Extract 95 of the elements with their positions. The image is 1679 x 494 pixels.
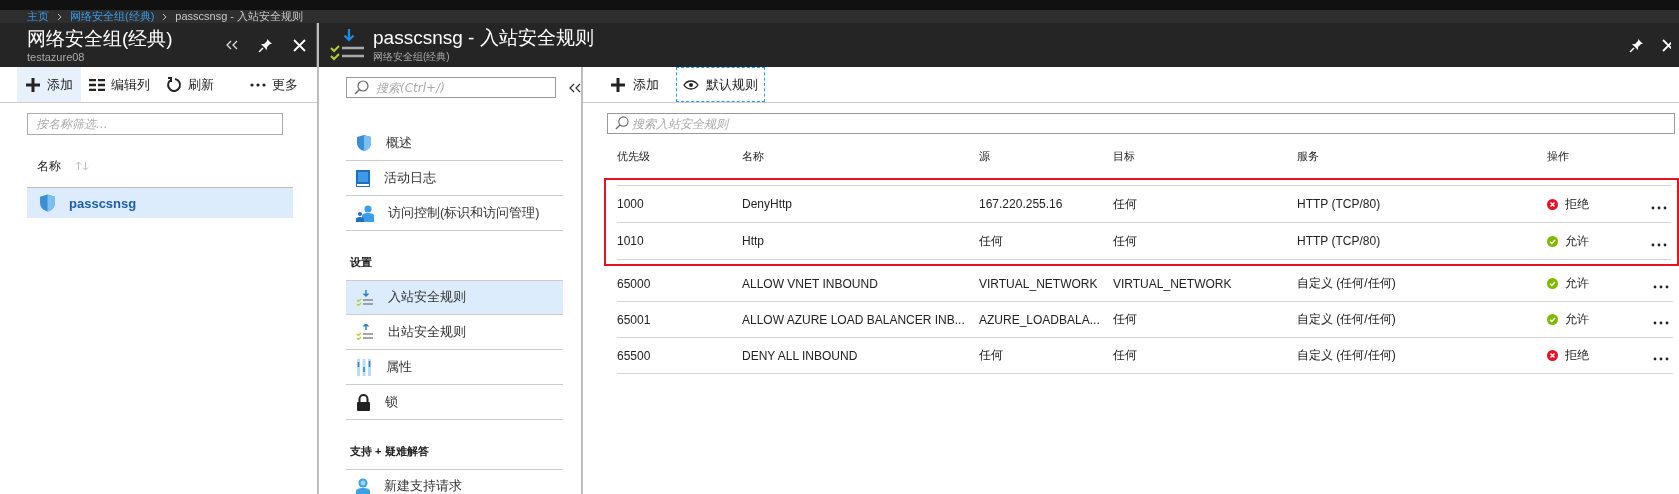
- filter-field[interactable]: 按名称筛选...: [27, 113, 283, 135]
- pin-icon[interactable]: [258, 37, 273, 53]
- blade-title: passcsnsg - 入站安全规则: [373, 26, 594, 50]
- menu-item[interactable]: 入站安全规则: [346, 280, 563, 315]
- table-cell: 允许: [1565, 275, 1589, 292]
- table-cell: 拒绝: [1565, 347, 1589, 364]
- toolbar-button[interactable]: 更多: [242, 67, 306, 102]
- column-header: 服务: [1297, 148, 1320, 164]
- table-cell-text: ALLOW VNET INBOUND: [742, 276, 879, 291]
- toolbar-button[interactable]: 刷新: [158, 67, 222, 102]
- menu-item[interactable]: 出站安全规则: [346, 315, 563, 350]
- table-cell: 拒绝: [1565, 195, 1589, 213]
- table-cell-text: 任何: [1113, 232, 1138, 250]
- column-header: 源: [979, 148, 991, 164]
- search-field[interactable]: 搜索(Ctrl+/): [346, 77, 556, 98]
- table-cell-text: HTTP (TCP/80): [1297, 197, 1382, 211]
- table-cell-text: 任何: [1113, 347, 1138, 364]
- support-person-icon: [356, 477, 370, 494]
- table-cell-text: 167.220.255.16: [979, 197, 1064, 211]
- table-cell-text: 65000: [617, 276, 652, 291]
- toolbar-button[interactable]: 默认规则: [676, 67, 765, 102]
- table-cell-text: 65500: [617, 348, 652, 363]
- search-icon: [354, 80, 369, 95]
- menu-item[interactable]: 锁: [346, 385, 563, 420]
- table-cell-text: 任何: [979, 232, 1004, 250]
- resource-item[interactable]: passcsnsg: [27, 187, 293, 218]
- plus-icon: [610, 76, 626, 93]
- table-cell-text: 65001: [617, 312, 652, 327]
- refresh-icon: [166, 76, 182, 93]
- section-heading: 支持 + 疑难解答: [349, 444, 430, 459]
- download-list-icon: [329, 29, 365, 61]
- breadcrumb-text: passcsnsg - 入站安全规则: [175, 9, 304, 24]
- users-icon: [356, 204, 374, 222]
- breadcrumb-link[interactable]: 主页: [27, 9, 49, 24]
- pin-icon[interactable]: [1629, 37, 1644, 53]
- search-icon: [615, 116, 629, 130]
- table-cell-text: 1010: [617, 234, 645, 248]
- resource-name: passcsnsg: [69, 195, 137, 211]
- table-cell-text: 自定义 (任何/任何): [1297, 311, 1397, 328]
- shield-icon: [39, 193, 56, 213]
- close-icon[interactable]: [1662, 38, 1671, 52]
- table-cell-text: 1000: [617, 197, 645, 211]
- table-cell: 允许: [1565, 311, 1589, 328]
- menu-item[interactable]: 概述: [346, 126, 563, 161]
- sliders-icon: [356, 358, 372, 376]
- book-icon: [356, 169, 370, 187]
- toolbar-button[interactable]: 添加: [603, 67, 666, 102]
- section-heading: 设置: [349, 255, 373, 270]
- ellipsis-icon: [1653, 357, 1669, 361]
- blade-subtitle: testazure08: [27, 51, 86, 63]
- blade-subtitle: 网络安全组(经典): [373, 50, 451, 64]
- column-header: 操作: [1547, 148, 1570, 164]
- ellipsis-icon: [1651, 242, 1667, 247]
- blade-title: 网络安全组(经典): [27, 27, 174, 51]
- ellipsis-icon: [1653, 321, 1669, 325]
- table-cell-text: VIRTUAL_NETWORK: [979, 276, 1099, 291]
- plus-icon: [25, 76, 41, 93]
- table-cell-text: 任何: [979, 347, 1004, 364]
- ellipsis-icon: [1653, 285, 1669, 289]
- table-cell-text: 自定义 (任何/任何): [1297, 347, 1397, 364]
- menu-item[interactable]: 属性: [346, 350, 563, 385]
- menu-item[interactable]: 活动日志: [346, 161, 563, 196]
- table-cell-text: 任何: [1113, 195, 1138, 213]
- column-header: 优先级: [617, 148, 651, 164]
- columns-icon: [89, 78, 105, 91]
- upload-list-icon: [356, 324, 374, 340]
- eye-icon: [683, 79, 699, 90]
- table-cell-text: VIRTUAL_NETWORK: [1113, 276, 1233, 291]
- column-header: 名称: [742, 148, 765, 164]
- table-cell-text: HTTP (TCP/80): [1297, 234, 1382, 248]
- shield-icon: [356, 134, 372, 152]
- search-field[interactable]: 搜索入站安全规则: [607, 113, 1675, 134]
- chevron-icon: [162, 12, 168, 21]
- table-cell-text: ALLOW AZURE LOAD BALANCER INB...: [742, 312, 966, 327]
- column-header: 目标: [1113, 148, 1136, 164]
- collapse-icon[interactable]: [569, 82, 581, 93]
- column-header: 名称: [37, 157, 61, 175]
- close-icon[interactable]: [293, 38, 306, 52]
- toolbar-button[interactable]: 编辑列: [81, 67, 158, 102]
- ellipsis-icon: [250, 82, 266, 87]
- chevron-icon: [57, 12, 62, 21]
- menu-item[interactable]: 新建支持请求: [346, 469, 563, 494]
- ellipsis-icon: [1651, 205, 1667, 210]
- table-cell-text: DenyHttp: [742, 197, 794, 211]
- table-cell: 允许: [1565, 232, 1589, 250]
- table-cell-text: DENY ALL INBOUND: [742, 348, 859, 363]
- table-cell-text: AZURE_LOADBALA...: [979, 312, 1101, 327]
- menu-item[interactable]: 访问控制(标识和访问管理): [346, 196, 563, 231]
- table-cell-text: 自定义 (任何/任何): [1297, 275, 1397, 292]
- table-cell-text: 任何: [1113, 311, 1138, 328]
- download-list-icon: [356, 289, 374, 306]
- lock-icon: [356, 393, 371, 411]
- toolbar-button[interactable]: 添加: [17, 67, 81, 102]
- breadcrumb-link[interactable]: 网络安全组(经典): [70, 9, 155, 24]
- table-cell-text: Http: [742, 234, 765, 248]
